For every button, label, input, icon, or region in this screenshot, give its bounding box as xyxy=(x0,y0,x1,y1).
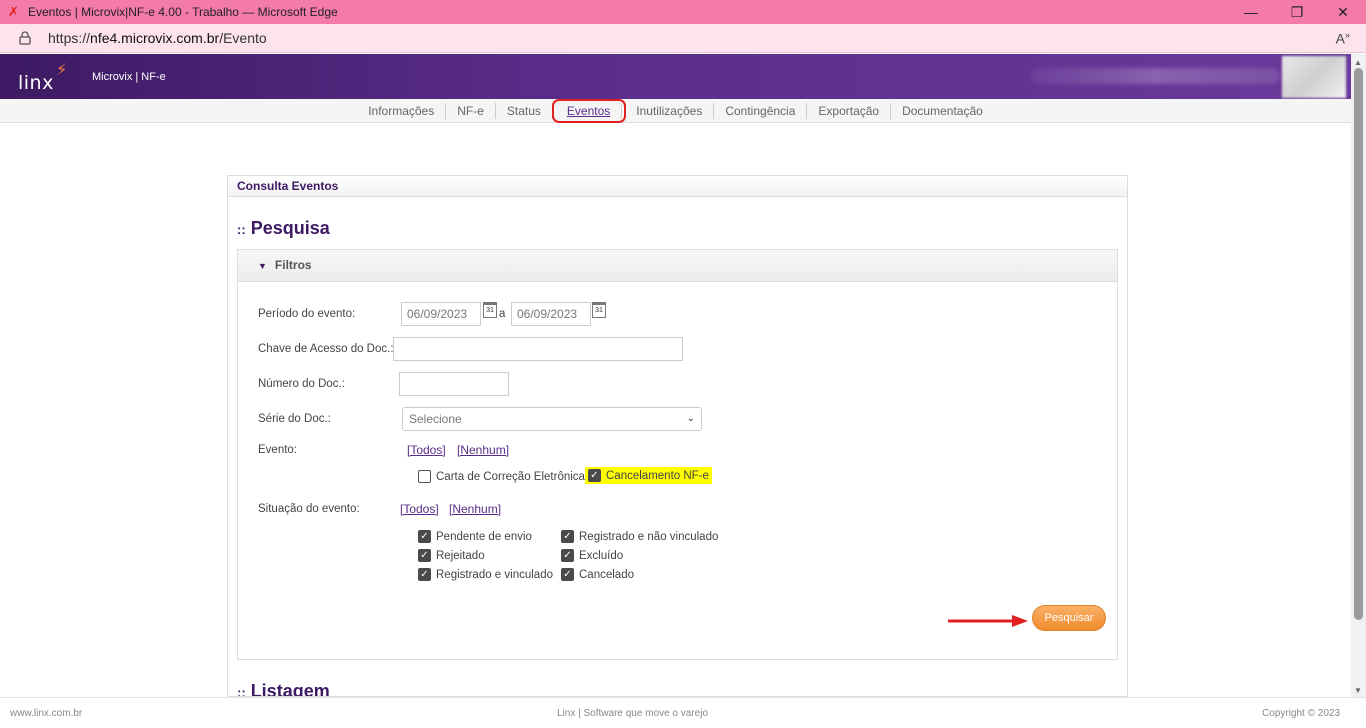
status-select-all-link[interactable]: [Todos] xyxy=(400,502,439,516)
scrollbar-thumb[interactable] xyxy=(1354,68,1363,620)
nav-documentacao[interactable]: Documentação xyxy=(891,103,994,119)
series-select[interactable]: Selecione ⌄ xyxy=(402,407,702,431)
date-to-input[interactable]: 06/09/2023 xyxy=(511,302,591,326)
checkmark-icon[interactable]: ✓ xyxy=(418,549,431,562)
nav-eventos[interactable]: Eventos xyxy=(551,98,627,123)
page-footer: www.linx.com.br Linx | Software que move… xyxy=(0,697,1366,728)
user-info-redacted xyxy=(1030,68,1280,84)
scroll-up-icon[interactable]: ▲ xyxy=(1354,58,1362,67)
listing-section-title: :: Listagem xyxy=(237,681,330,697)
status-option-registrado-nao-vinculado[interactable]: ✓ Registrado e não vinculado xyxy=(561,530,718,543)
product-name: Microvix | NF-e xyxy=(92,71,166,83)
checkmark-icon[interactable]: ✓ xyxy=(588,469,601,482)
chevron-down-icon: ⌄ xyxy=(686,413,695,424)
url-text[interactable]: https://nfe4.microvix.com.br/Evento xyxy=(48,30,267,46)
minimize-button[interactable]: — xyxy=(1228,0,1274,24)
status-option-pendente[interactable]: ✓ Pendente de envio xyxy=(418,530,532,543)
checkmark-icon[interactable]: ✓ xyxy=(418,568,431,581)
annotation-arrow-icon xyxy=(948,615,1028,627)
series-selected-value: Selecione xyxy=(409,412,462,426)
linx-logo[interactable]: Linx ⚡ xyxy=(18,60,78,94)
checkbox-label: Cancelado xyxy=(579,568,634,581)
status-select-none-link[interactable]: [Nenhum] xyxy=(449,502,501,516)
lock-icon[interactable] xyxy=(18,31,32,45)
access-key-label: Chave de Acesso do Doc.: xyxy=(258,343,394,355)
checkmark-icon[interactable]: ✓ xyxy=(418,530,431,543)
logo-mark-icon: ⚡ xyxy=(56,62,68,79)
checkbox-label: Carta de Correção Eletrônica xyxy=(436,470,585,483)
window-title: Eventos | Microvix|NF-e 4.00 - Trabalho … xyxy=(28,5,338,19)
status-option-registrado-vinculado[interactable]: ✓ Registrado e vinculado xyxy=(418,568,553,581)
calendar-icon[interactable]: 31 xyxy=(483,302,497,318)
linx-app-icon: ✗ xyxy=(8,4,19,19)
checkbox-unchecked[interactable] xyxy=(418,470,431,483)
status-option-rejeitado[interactable]: ✓ Rejeitado xyxy=(418,549,485,562)
checkmark-icon[interactable]: ✓ xyxy=(561,549,574,562)
avatar[interactable] xyxy=(1282,56,1346,98)
footer-tagline: Linx | Software que move o varejo xyxy=(557,708,709,719)
status-option-excluido[interactable]: ✓ Excluído xyxy=(561,549,623,562)
filters-toggle[interactable]: ▼ Filtros xyxy=(238,250,1117,282)
event-select-none-link[interactable]: [Nenhum] xyxy=(457,443,509,457)
close-button[interactable]: ✕ xyxy=(1320,0,1366,24)
calendar-icon[interactable]: 31 xyxy=(592,302,606,318)
status-option-cancelado[interactable]: ✓ Cancelado xyxy=(561,568,634,581)
access-key-input[interactable] xyxy=(393,337,683,361)
search-section-title: :: Pesquisa xyxy=(237,218,330,238)
logo-text: Linx xyxy=(18,72,54,94)
read-aloud-icon[interactable]: A» xyxy=(1336,30,1350,47)
checkbox-label: Cancelamento NF-e xyxy=(606,469,709,482)
event-option-cancelamento[interactable]: ✓ Cancelamento NF-e xyxy=(585,467,712,484)
checkbox-label: Registrado e não vinculado xyxy=(579,530,719,543)
checkbox-label: Pendente de envio xyxy=(436,530,532,543)
checkbox-label: Excluído xyxy=(579,549,624,562)
address-bar[interactable]: https://nfe4.microvix.com.br/Evento A» xyxy=(0,24,1366,53)
filters-box: ▼ Filtros xyxy=(237,249,1118,660)
nav-contingencia[interactable]: Contingência xyxy=(714,102,808,119)
date-separator: a xyxy=(499,308,506,320)
event-label: Evento: xyxy=(258,444,297,456)
panel-title: Consulta Eventos xyxy=(228,176,1127,197)
page-scrollbar[interactable]: ▲ ▼ xyxy=(1351,54,1366,697)
nav-informacoes[interactable]: Informações xyxy=(357,102,447,119)
window-controls: — ❐ ✕ xyxy=(1228,0,1366,24)
triangle-down-icon: ▼ xyxy=(258,261,267,271)
checkbox-label: Rejeitado xyxy=(436,549,485,562)
series-label: Série do Doc.: xyxy=(258,413,331,425)
date-from-input[interactable]: 06/09/2023 xyxy=(401,302,481,326)
status-label: Situação do evento: xyxy=(258,503,360,515)
nav-exportacao[interactable]: Exportação xyxy=(807,102,892,119)
checkbox-label: Registrado e vinculado xyxy=(436,568,553,581)
footer-copyright: Copyright © 2023 xyxy=(1262,708,1340,719)
footer-website-link[interactable]: www.linx.com.br xyxy=(10,708,82,719)
nav-status[interactable]: Status xyxy=(496,102,553,119)
search-button[interactable]: Pesquisar xyxy=(1032,605,1106,631)
nav-inutilizacoes[interactable]: Inutilizações xyxy=(625,102,715,119)
checkmark-icon[interactable]: ✓ xyxy=(561,568,574,581)
event-select-all-link[interactable]: [Todos] xyxy=(407,443,446,457)
period-label: Período do evento: xyxy=(258,308,356,320)
checkmark-icon[interactable]: ✓ xyxy=(561,530,574,543)
event-option-cce[interactable]: Carta de Correção Eletrônica xyxy=(418,470,585,483)
nav-nfe[interactable]: NF-e xyxy=(446,102,496,119)
doc-number-label: Número do Doc.: xyxy=(258,378,345,390)
doc-number-input[interactable] xyxy=(399,372,509,396)
browser-title-bar: ✗ Eventos | Microvix|NF-e 4.00 - Trabalh… xyxy=(0,0,1366,24)
site-header: Linx ⚡ Microvix | NF-e xyxy=(0,54,1351,99)
top-nav: Informações NF-e Status Eventos Inutiliz… xyxy=(0,98,1351,123)
scroll-down-icon[interactable]: ▼ xyxy=(1354,686,1362,695)
restore-button[interactable]: ❐ xyxy=(1274,0,1320,24)
